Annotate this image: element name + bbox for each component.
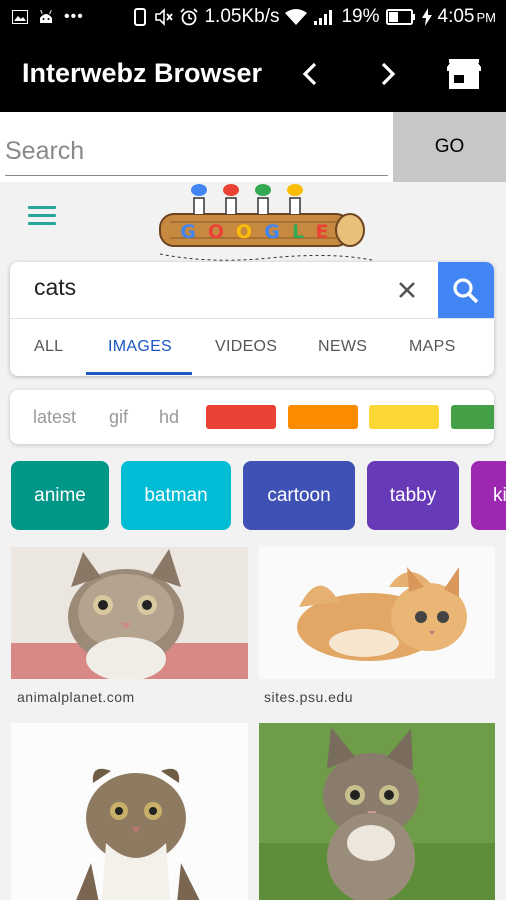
svg-text:O: O <box>208 221 224 243</box>
clock-time: 4:05 <box>437 6 475 27</box>
clock: 4:05 PM <box>438 6 496 28</box>
menu-icon[interactable] <box>28 206 56 226</box>
search-input[interactable] <box>5 128 388 176</box>
related-searches: anime batman cartoon tabby ki <box>0 461 506 531</box>
chip-cartoon[interactable]: cartoon <box>243 461 355 530</box>
chip-partial[interactable]: ki <box>471 461 506 530</box>
gallery-icon <box>12 10 28 24</box>
vibrate-icon <box>134 8 147 26</box>
more-notifications-icon: ••• <box>64 8 84 25</box>
filter-color-green[interactable] <box>451 405 494 429</box>
filter-color-yellow[interactable] <box>369 405 439 429</box>
filter-gif[interactable]: gif <box>109 407 128 428</box>
clear-button[interactable] <box>392 272 422 308</box>
tab-all[interactable]: ALL <box>34 338 63 356</box>
image-source[interactable]: sites.psu.edu <box>264 689 353 705</box>
svg-text:L: L <box>292 221 304 243</box>
tab-maps[interactable]: MAPS <box>409 338 456 356</box>
filter-color-red[interactable] <box>206 405 276 429</box>
mute-icon <box>155 8 174 26</box>
image-result[interactable] <box>11 723 248 900</box>
kitten-image <box>259 723 495 900</box>
network-speed: 1.05Kb/s <box>204 6 280 27</box>
google-doodle[interactable]: G O O G L E <box>150 182 375 264</box>
image-result[interactable] <box>259 723 495 900</box>
store-icon <box>447 59 481 89</box>
status-icons: 1.05Kb/s 19% 4:05 PM <box>132 6 496 28</box>
battery-percent: 19% <box>341 6 380 27</box>
signal-icon <box>314 10 333 25</box>
alarm-icon <box>180 8 199 26</box>
search-button[interactable] <box>438 262 494 319</box>
filter-latest[interactable]: latest <box>33 407 76 428</box>
tab-images[interactable]: IMAGES <box>108 338 172 356</box>
go-button[interactable]: GO <box>393 112 506 182</box>
image-source[interactable]: animalplanet.com <box>17 689 135 705</box>
wifi-icon <box>285 9 308 25</box>
active-tab-indicator <box>86 372 192 375</box>
status-bar: ••• 1.05Kb/s 19% 4:05 PM <box>0 0 506 36</box>
url-bar: GO <box>0 112 506 182</box>
charging-icon <box>421 8 432 26</box>
app-title: Interwebz Browser <box>22 58 263 88</box>
chip-tabby[interactable]: tabby <box>367 461 459 530</box>
divider <box>10 318 494 319</box>
search-icon <box>453 277 479 303</box>
tab-videos[interactable]: VIDEOS <box>215 338 277 356</box>
filter-hd[interactable]: hd <box>159 407 179 428</box>
svg-text:G: G <box>264 221 280 243</box>
svg-text:G: G <box>180 221 196 243</box>
kitten-image <box>11 723 248 900</box>
filter-color-orange[interactable] <box>288 405 358 429</box>
kitten-image <box>11 547 248 679</box>
svg-text:E: E <box>316 221 329 243</box>
close-icon <box>399 282 415 298</box>
store-button[interactable] <box>444 54 484 94</box>
chevron-right-icon <box>381 62 396 86</box>
tab-news[interactable]: NEWS <box>318 338 367 356</box>
forward-button[interactable] <box>368 54 408 94</box>
web-content: G O O G L E cats ALL IMAGES VIDEOS NEWS … <box>0 182 506 900</box>
app-bar: Interwebz Browser <box>0 36 506 112</box>
google-search-box: cats ALL IMAGES VIDEOS NEWS MAPS <box>10 262 494 376</box>
kitten-image <box>259 547 495 679</box>
notification-icons: ••• <box>12 8 84 26</box>
clock-ampm: PM <box>476 10 497 25</box>
image-result[interactable] <box>259 547 495 679</box>
chip-batman[interactable]: batman <box>121 461 231 530</box>
chip-anime[interactable]: anime <box>11 461 109 530</box>
chevron-left-icon <box>302 62 317 86</box>
battery-icon <box>385 9 415 25</box>
image-filter-bar: latest gif hd <box>10 390 494 444</box>
svg-text:O: O <box>236 221 252 243</box>
image-result[interactable] <box>11 547 248 679</box>
android-icon <box>40 9 52 23</box>
back-button[interactable] <box>290 54 330 94</box>
search-query[interactable]: cats <box>34 274 76 301</box>
